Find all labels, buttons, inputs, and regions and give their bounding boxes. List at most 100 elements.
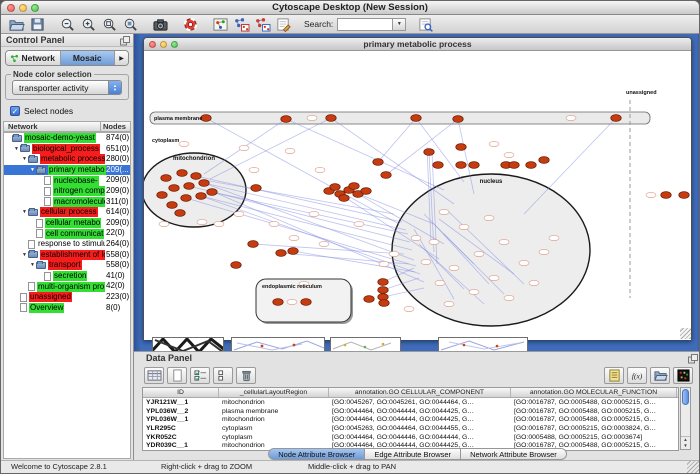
function-builder-button[interactable]: f(x) — [627, 367, 647, 384]
window-resize-grip[interactable] — [680, 328, 691, 339]
minimized-window-2[interactable] — [231, 337, 325, 351]
table-row[interactable]: YJR121W__1mitochondrion[GO:0045267, GO:0… — [143, 398, 678, 407]
unselect-attributes-button[interactable] — [213, 367, 233, 384]
network-node[interactable] — [349, 183, 359, 190]
import-attributes-button[interactable] — [650, 367, 670, 384]
attribute-matrix-button[interactable] — [673, 367, 693, 384]
tree-row[interactable]: response to stimulu264(0) — [4, 239, 130, 250]
tree-expand-icon[interactable]: ▼ — [21, 156, 28, 162]
attribute-list-button[interactable] — [604, 367, 624, 384]
tree-row[interactable]: ▼biological_process651(0) — [4, 144, 130, 155]
region-nucleus[interactable] — [392, 174, 590, 326]
tab-overflow-arrow[interactable]: ▶ — [115, 51, 128, 65]
network-node[interactable] — [539, 157, 549, 164]
network-node[interactable] — [424, 149, 434, 156]
zoom-out-button[interactable] — [57, 16, 78, 33]
zoom-in-button[interactable] — [78, 16, 99, 33]
tab-node-attribute-browser[interactable]: Node Attribute Browser — [268, 448, 365, 460]
network-overview-button[interactable] — [210, 16, 231, 33]
select-nodes-checkbox[interactable]: ✓ — [10, 106, 20, 116]
tree-row[interactable]: ▼transport558(0) — [4, 260, 130, 271]
network-node[interactable] — [161, 175, 171, 182]
network-node[interactable] — [526, 162, 536, 169]
tab-mosaic[interactable]: Mosaic — [61, 51, 116, 65]
network-node[interactable] — [175, 210, 185, 217]
tree-row[interactable]: cell communicat22(0) — [4, 228, 130, 239]
close-view-button[interactable] — [149, 41, 156, 48]
tree-expand-icon[interactable]: ▼ — [29, 262, 36, 268]
network-node[interactable] — [248, 241, 258, 248]
new-attribute-button[interactable] — [167, 367, 187, 384]
minimized-window-1[interactable] — [152, 337, 224, 351]
network-node[interactable] — [301, 299, 311, 306]
float-panel-icon[interactable] — [688, 354, 698, 364]
network-node[interactable] — [679, 192, 689, 199]
network-node[interactable] — [339, 195, 349, 202]
network-edge[interactable] — [378, 118, 416, 162]
region-mitochondrion[interactable] — [144, 153, 246, 227]
layout-network-blue-button[interactable] — [231, 16, 252, 33]
minimized-window-4[interactable] — [438, 337, 528, 351]
zoom-window-button[interactable] — [31, 4, 39, 12]
network-node[interactable] — [196, 193, 206, 200]
network-node[interactable] — [381, 172, 391, 179]
network-edge[interactable] — [201, 196, 412, 250]
network-node[interactable] — [288, 248, 298, 255]
network-node[interactable] — [611, 115, 621, 122]
network-node[interactable] — [326, 115, 336, 122]
node-color-select[interactable]: transporter activity ▲▼ — [12, 80, 122, 95]
tree-row[interactable]: mosaic-demo-yeast874(0) — [4, 133, 130, 144]
network-node[interactable] — [181, 195, 191, 202]
float-panel-icon[interactable] — [120, 36, 130, 46]
network-edge[interactable] — [210, 118, 331, 179]
network-node[interactable] — [157, 192, 167, 199]
layout-network-red-button[interactable] — [252, 16, 273, 33]
tree-col-network[interactable]: Network — [4, 122, 100, 131]
delete-attribute-button[interactable] — [236, 367, 256, 384]
table-row[interactable]: YLR295Ccytoplasm[GO:0045263, GO:0044464,… — [143, 424, 678, 433]
scrollbar-thumb[interactable] — [682, 389, 689, 405]
network-edge[interactable] — [386, 119, 458, 175]
zoom-selected-button[interactable] — [120, 16, 141, 33]
network-node[interactable] — [199, 180, 209, 187]
network-node[interactable] — [509, 162, 519, 169]
network-node[interactable] — [184, 183, 194, 190]
network-node[interactable] — [177, 170, 187, 177]
tree-row[interactable]: ▼primary metabo209(... — [4, 165, 130, 176]
network-node[interactable] — [361, 188, 371, 195]
table-column-header[interactable]: annotation.GO CELLULAR_COMPONENT — [329, 388, 511, 397]
table-row[interactable]: YPL036W__1mitochondrion[GO:0044464, GO:0… — [143, 415, 678, 424]
network-node[interactable] — [281, 116, 291, 123]
snapshot-button[interactable] — [150, 16, 171, 33]
close-window-button[interactable] — [7, 4, 15, 12]
network-node[interactable] — [276, 250, 286, 257]
network-view-window[interactable]: primary metabolic process plasma membran… — [143, 37, 692, 340]
minimize-window-button[interactable] — [19, 4, 27, 12]
zoom-view-button[interactable] — [171, 41, 178, 48]
network-node[interactable] — [378, 287, 388, 294]
network-node[interactable] — [191, 173, 201, 180]
tree-row[interactable]: Overview8(0) — [4, 303, 130, 314]
network-node[interactable] — [456, 162, 466, 169]
network-window-titlebar[interactable]: primary metabolic process — [144, 38, 691, 51]
network-canvas-container[interactable]: plasma membranecytoplasmmitochondrionnuc… — [144, 52, 691, 340]
tree-col-nodes[interactable]: Nodes — [100, 122, 130, 131]
network-node[interactable] — [411, 115, 421, 122]
network-node[interactable] — [330, 184, 340, 191]
select-attributes-button[interactable] — [190, 367, 210, 384]
tab-network[interactable]: Network — [6, 51, 61, 65]
tree-row[interactable]: nitrogen compo209(0) — [4, 186, 130, 197]
attribute-table-button[interactable] — [144, 367, 164, 384]
tree-row[interactable]: unassigned223(0) — [4, 292, 130, 303]
network-canvas[interactable]: plasma membranecytoplasmmitochondrionnuc… — [144, 52, 691, 340]
network-node[interactable] — [167, 202, 177, 209]
network-node[interactable] — [201, 115, 211, 122]
network-node[interactable] — [379, 300, 389, 307]
table-scrollbar[interactable]: ▲▼ — [680, 387, 691, 450]
search-input[interactable] — [337, 18, 393, 31]
tree-expand-icon[interactable]: ▼ — [21, 209, 28, 215]
network-node[interactable] — [364, 296, 374, 303]
tree-row[interactable]: macromolecule311(0) — [4, 197, 130, 208]
network-node[interactable] — [373, 159, 383, 166]
network-node[interactable] — [169, 185, 179, 192]
